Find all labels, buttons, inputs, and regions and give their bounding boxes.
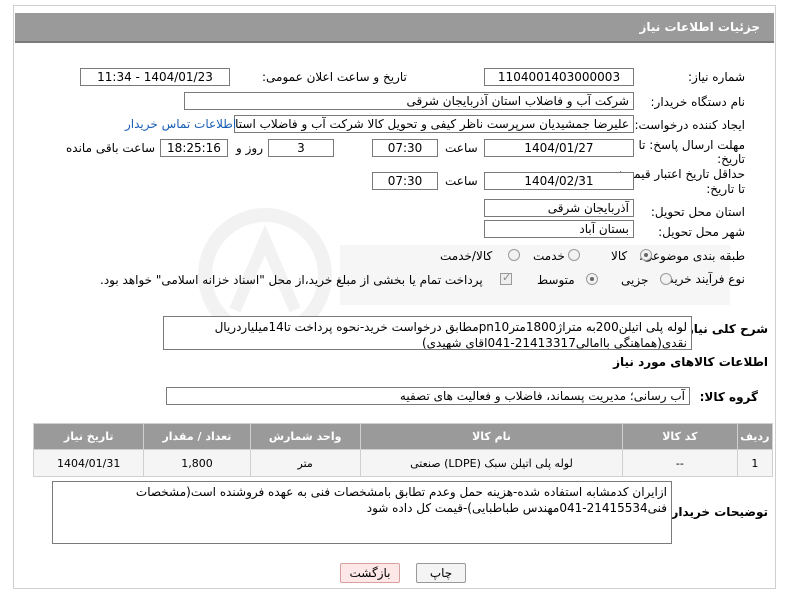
reply-time-label: ساعت [445,141,478,155]
cell-name: لوله پلی اتیلن سبک (LDPE) صنعتی [359,449,624,477]
price-validity-label: حداقل تاریخ اعتبار قیمت: [618,167,745,181]
delivery-city-label: شهر محل تحویل: [658,225,745,239]
back-button[interactable]: بازگشت [340,563,400,583]
delivery-province-label: استان محل تحویل: [650,205,745,219]
col-date: تاریخ نیاز [32,423,145,450]
goods-group-field: آب رسانی؛ مدیریت پسماند، فاضلاب و فعالیت… [166,387,690,405]
goods-group-label: گروه کالا: [699,390,758,404]
category-radio-goods[interactable] [640,249,652,261]
price-validity-label-2: تا تاریخ: [706,182,745,196]
category-option-both: کالا/خدمت [440,249,493,263]
treasury-payment-note: پرداخت تمام یا بخشی از مبلغ خرید،از محل … [100,273,483,287]
remaining-time-field: 18:25:16 [160,139,228,157]
requester-field: علیرضا جمشیدیان سرپرست ناظر کیفی و تحویل… [234,115,634,133]
reply-days-field: 3 [268,139,334,157]
cell-qty: 1,800 [143,449,251,477]
buyer-notes-field: ازایران کدمشابه استفاده شده-هزینه حمل وع… [52,481,672,544]
buyer-notes-label: توضیحات خریدار: [666,505,768,519]
cell-date: 1404/01/31 [32,449,145,477]
process-option-medium: متوسط [537,273,575,287]
remaining-time-label: ساعت باقی مانده [66,141,156,155]
page-header: جزئیات اطلاعات نیاز [15,13,774,43]
buyer-org-label: نام دستگاه خریدار: [650,95,746,109]
process-radio-minor[interactable] [660,273,672,285]
requester-label: ایجاد کننده درخواست: [634,118,745,132]
category-radio-both[interactable] [508,249,520,261]
buyer-contact-link[interactable]: اطلاعات تماس خریدار [125,117,236,131]
buyer-org-field: شرکت آب و فاضلاب استان آذربایجان شرقی [184,92,634,110]
process-option-minor: جزیی [621,273,649,287]
treasury-payment-checkbox[interactable] [500,271,512,285]
process-radio-medium[interactable] [586,273,598,285]
col-name: نام کالا [359,423,624,450]
category-label: طبقه بندی موضوعی: [638,249,745,263]
announce-datetime-field: 1404/01/23 - 11:34 [80,68,230,86]
cell-row: 1 [736,449,774,477]
announce-datetime-label: تاریخ و ساعت اعلان عمومی: [262,70,407,84]
category-radio-service[interactable] [568,249,580,261]
price-validity-date: 1404/02/31 [484,172,634,190]
reply-days-label: روز و [236,141,263,155]
delivery-city-field: بستان آباد [484,220,634,238]
col-row: ردیف [736,423,774,450]
category-option-service: خدمت [533,249,565,263]
items-table: ردیف کد کالا نام کالا واحد شمارش تعداد /… [32,423,774,477]
price-time-label: ساعت [445,174,478,188]
general-description-field: لوله پلی اتیلن200به متراژ1800مترpn10مطاب… [163,316,692,350]
delivery-province-field: آذربایجان شرقی [484,199,634,217]
category-option-goods: کالا [611,249,628,263]
need-number-field: 1104001403000003 [484,68,634,86]
price-validity-time: 07:30 [372,172,438,190]
cell-unit: متر [249,449,361,477]
goods-info-title: اطلاعات کالاهای مورد نیاز [613,355,768,369]
page-title: جزئیات اطلاعات نیاز [639,20,760,34]
table-row: 1 -- لوله پلی اتیلن سبک (LDPE) صنعتی متر… [32,449,774,477]
reply-deadline-time: 07:30 [372,139,438,157]
purchase-process-label: نوع فرآیند خرید : [660,272,745,286]
reply-deadline-label: مهلت ارسال پاسخ: تا [638,138,745,152]
reply-deadline-label-2: تاریخ: [717,152,745,166]
reply-deadline-date: 1404/01/27 [484,139,634,157]
col-code: کد کالا [622,423,738,450]
cell-code: -- [622,449,738,477]
print-button[interactable]: چاپ [416,563,466,583]
col-qty: تعداد / مقدار [143,423,251,450]
general-description-label: شرح کلی نیاز: [682,322,768,336]
need-number-label: شماره نیاز: [688,70,745,84]
col-unit: واحد شمارش [249,423,361,450]
